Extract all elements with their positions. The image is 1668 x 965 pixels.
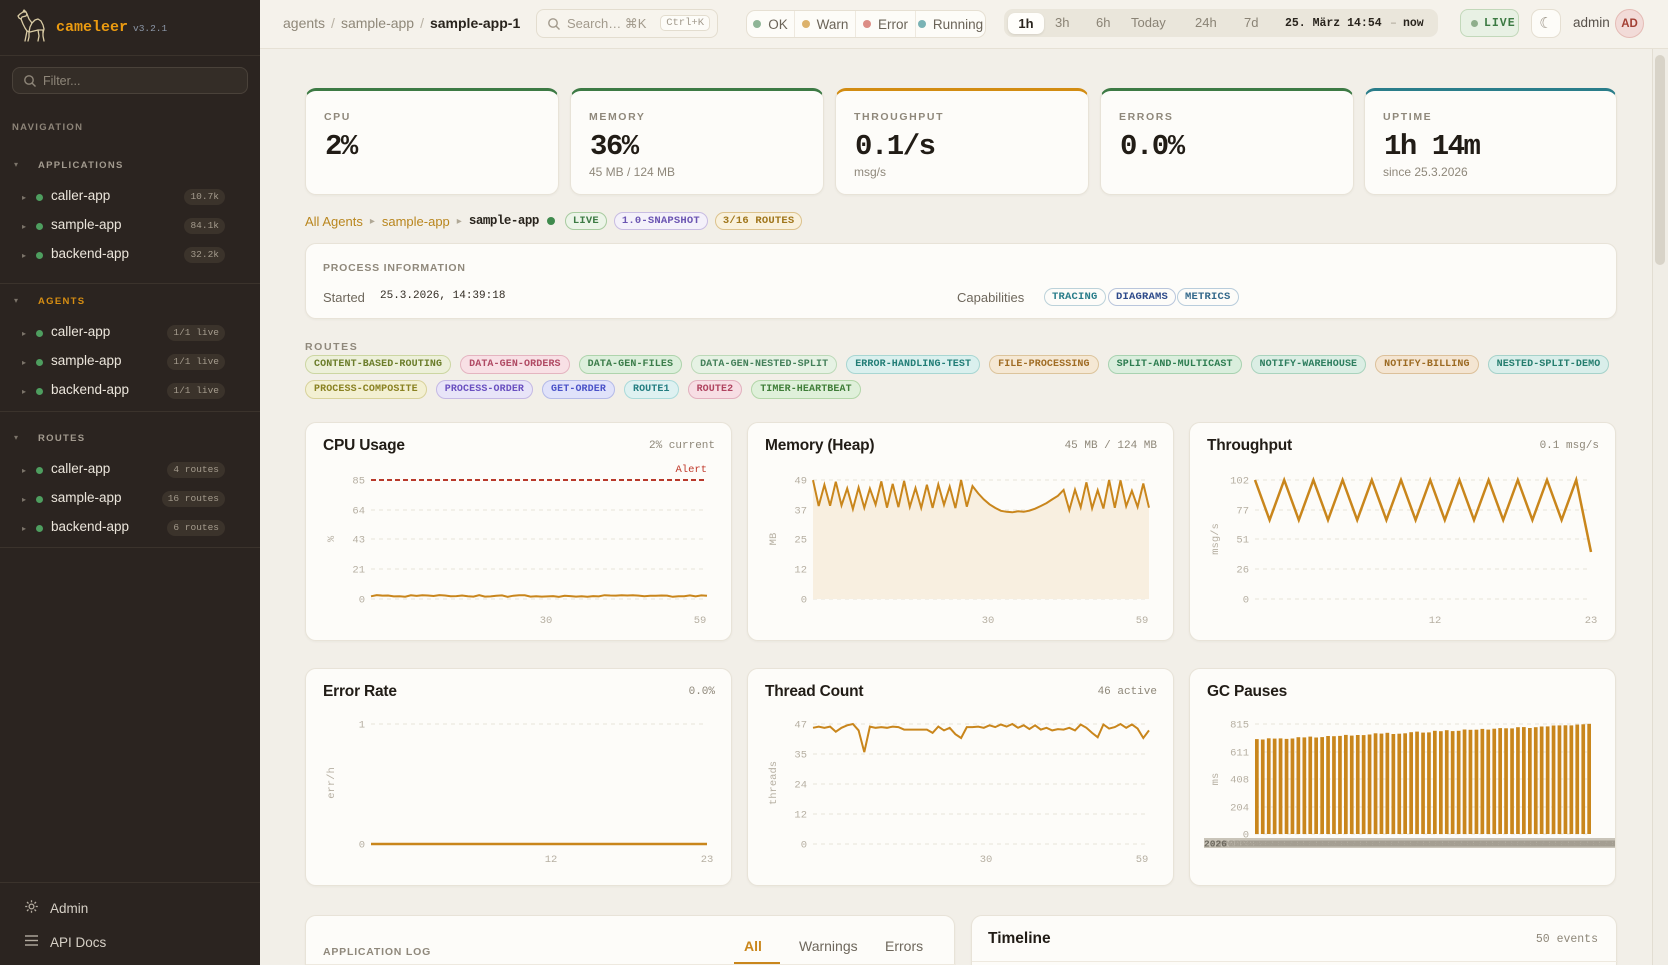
svg-text:25: 25 [794, 535, 807, 547]
svg-text:12: 12 [1429, 615, 1442, 627]
svg-text:ms: ms [1210, 773, 1222, 786]
svg-text:0: 0 [359, 595, 365, 607]
svg-text:12: 12 [794, 810, 807, 822]
svg-text:0: 0 [1243, 595, 1249, 607]
svg-text:64: 64 [352, 506, 365, 518]
svg-text:Alert: Alert [675, 464, 707, 476]
svg-text:408: 408 [1230, 775, 1249, 787]
svg-text:23: 23 [701, 854, 714, 866]
svg-text:59: 59 [1136, 854, 1149, 866]
svg-text:611: 611 [1230, 748, 1249, 760]
svg-text:threads: threads [768, 761, 780, 805]
svg-text:0: 0 [801, 595, 807, 607]
svg-text:30: 30 [982, 615, 995, 627]
svg-text:85: 85 [352, 476, 365, 488]
svg-text:47: 47 [794, 720, 807, 732]
svg-text:26: 26 [1236, 565, 1249, 577]
svg-text:51: 51 [1236, 535, 1249, 547]
svg-text:msg/s: msg/s [1210, 523, 1222, 555]
svg-text:30: 30 [980, 854, 993, 866]
svg-text:24: 24 [794, 780, 807, 792]
svg-text:35: 35 [794, 750, 807, 762]
svg-text:%: % [326, 535, 338, 542]
svg-text:59: 59 [1136, 615, 1149, 627]
svg-text:0: 0 [359, 840, 365, 852]
svg-text:2026: 2026 [1204, 839, 1227, 850]
svg-text:2026-03-25T14: 2026-03-25T14 [1607, 839, 1615, 850]
svg-text:12: 12 [545, 854, 558, 866]
svg-text:77: 77 [1236, 506, 1249, 518]
svg-text:MB: MB [768, 533, 780, 546]
svg-text:30: 30 [540, 615, 553, 627]
svg-text:49: 49 [794, 476, 807, 488]
svg-text:0: 0 [801, 840, 807, 852]
svg-text:err/h: err/h [326, 767, 338, 799]
svg-text:815: 815 [1230, 720, 1249, 732]
svg-text:204: 204 [1230, 803, 1249, 815]
svg-text:43: 43 [352, 535, 365, 547]
svg-text:59: 59 [694, 615, 707, 627]
svg-text:21: 21 [352, 565, 365, 577]
svg-text:23: 23 [1585, 615, 1598, 627]
svg-text:37: 37 [794, 506, 807, 518]
svg-text:12: 12 [794, 565, 807, 577]
svg-text:102: 102 [1230, 476, 1249, 488]
svg-text:1: 1 [359, 720, 365, 732]
